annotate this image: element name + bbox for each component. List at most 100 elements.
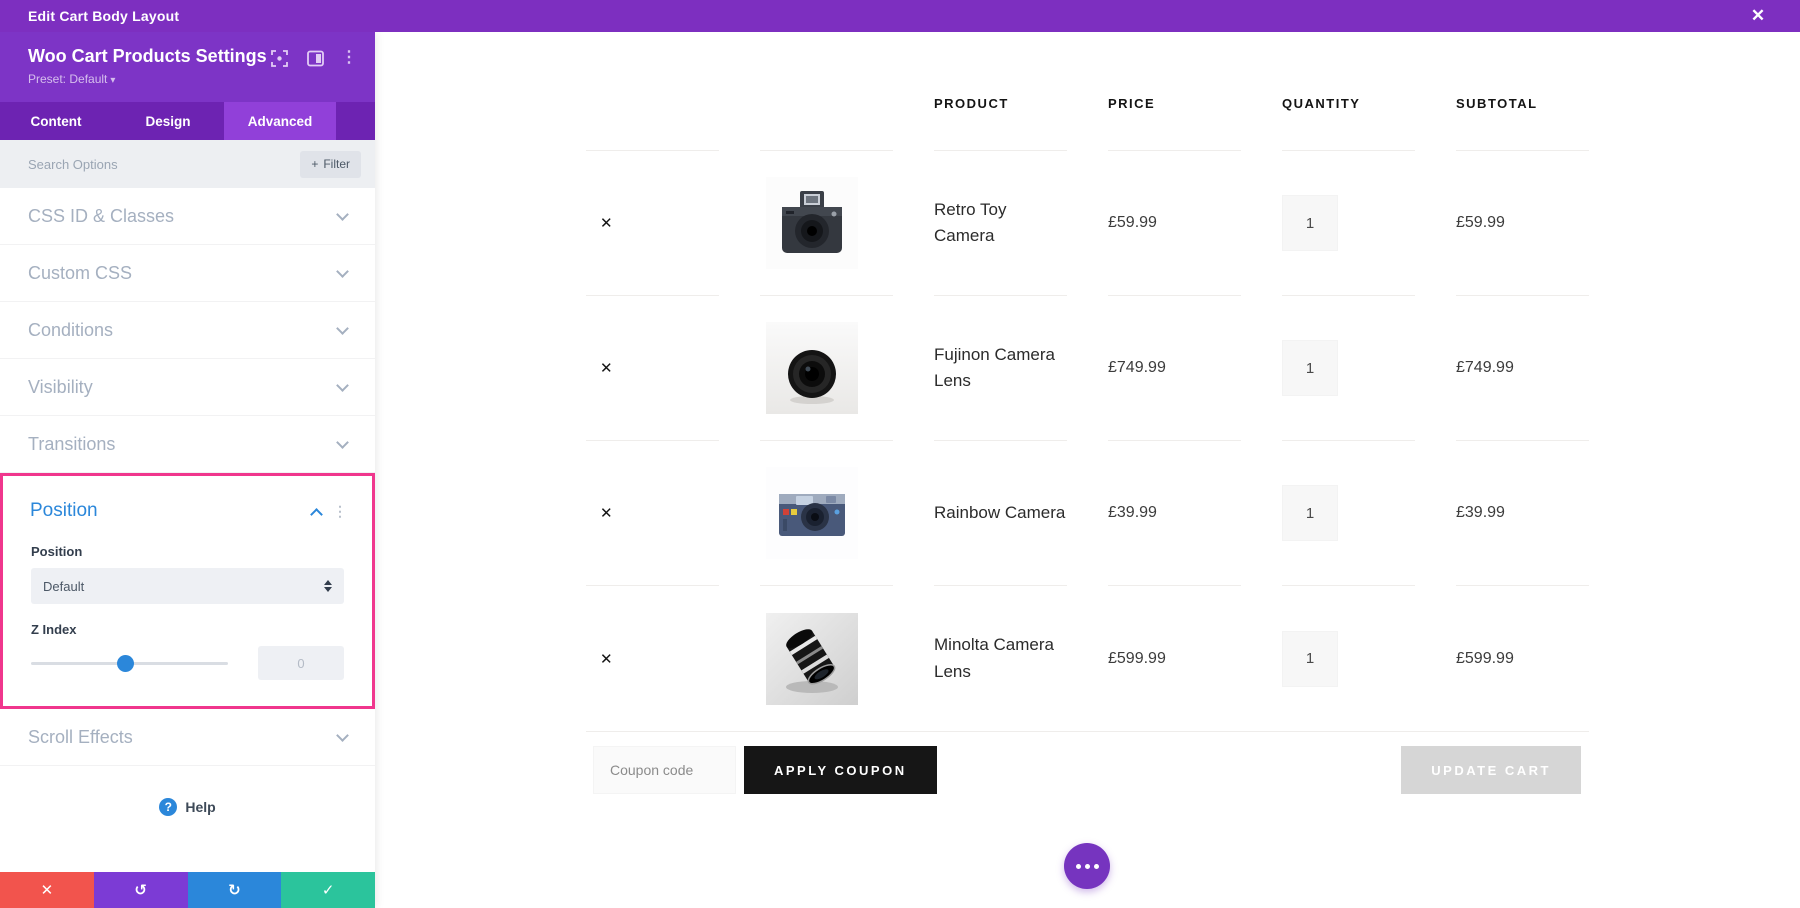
remove-item-icon[interactable]: ✕: [586, 359, 613, 377]
position-section-header[interactable]: Position ⋮: [3, 476, 372, 540]
undo-button[interactable]: ↺: [93, 872, 188, 908]
caret-down-icon: ▾: [110, 75, 116, 86]
select-stepper-icon: [324, 580, 332, 592]
redo-button[interactable]: ↻: [187, 872, 282, 908]
product-image-fujinon-camera-lens[interactable]: [766, 322, 858, 414]
close-icon[interactable]: ✕: [1738, 0, 1778, 32]
section-scroll-effects[interactable]: Scroll Effects: [0, 709, 375, 766]
product-subtotal: £599.99: [1456, 649, 1514, 667]
coupon-code-input[interactable]: [593, 746, 736, 794]
header-product: PRODUCT: [934, 96, 1067, 151]
section-label: Visibility: [28, 376, 93, 397]
section-label: CSS ID & Classes: [28, 205, 175, 226]
panel-action-bar: ✕ ↺ ↻ ✓: [0, 872, 375, 908]
filter-label: Filter: [323, 157, 350, 171]
remove-item-icon[interactable]: ✕: [586, 504, 613, 522]
product-price: £749.99: [1108, 359, 1166, 376]
header-remove-spacer: [586, 96, 719, 151]
cart-preview-area: PRODUCT PRICE QUANTITY SUBTOTAL ✕ Retro …: [375, 32, 1800, 908]
ellipsis-dot: [1084, 863, 1090, 869]
product-name-link[interactable]: Rainbow Camera: [934, 500, 1065, 526]
remove-item-icon[interactable]: ✕: [586, 214, 613, 232]
quantity-input[interactable]: [1282, 195, 1338, 251]
section-label: Custom CSS: [28, 262, 133, 283]
product-price: £39.99: [1108, 504, 1157, 521]
product-image-minolta-camera-lens[interactable]: [766, 612, 858, 705]
product-name-link[interactable]: Fujinon Camera Lens: [934, 342, 1067, 395]
ellipsis-dot: [1093, 863, 1099, 869]
zindex-label: Z Index: [31, 622, 77, 637]
position-options-kebab-icon[interactable]: ⋮: [333, 504, 347, 518]
product-image-retro-toy-camera[interactable]: [766, 177, 858, 269]
section-css-id-classes[interactable]: CSS ID & Classes: [0, 188, 375, 245]
chevron-down-icon: [336, 728, 349, 742]
save-button[interactable]: ✓: [281, 872, 375, 908]
help-label: Help: [185, 799, 216, 815]
table-row: ✕ Rainbow Camera £39.99 £39.99: [586, 441, 1589, 586]
cart-actions-row: APPLY COUPON UPDATE CART: [586, 746, 1589, 794]
position-section-highlighted: Position ⋮ Position Default Z Index: [0, 473, 375, 709]
chevron-down-icon: [336, 435, 349, 449]
section-label: Conditions: [28, 319, 114, 340]
zindex-slider[interactable]: [31, 654, 228, 672]
tab-design[interactable]: Design: [112, 102, 224, 140]
position-section-title: Position: [30, 500, 98, 521]
focus-view-icon[interactable]: [269, 48, 289, 68]
product-price: £59.99: [1108, 214, 1157, 231]
quantity-input[interactable]: [1282, 485, 1338, 541]
header-quantity: QUANTITY: [1282, 96, 1415, 151]
product-price: £599.99: [1108, 649, 1166, 667]
chevron-down-icon: [336, 264, 349, 278]
position-select-value: Default: [43, 578, 85, 594]
chevron-down-icon: [336, 378, 349, 392]
quantity-input[interactable]: [1282, 630, 1338, 687]
preset-selector[interactable]: Preset: Default ▾: [28, 72, 351, 86]
tab-content[interactable]: Content: [0, 102, 112, 140]
cart-table: PRODUCT PRICE QUANTITY SUBTOTAL ✕ Retro …: [586, 32, 1589, 794]
slider-handle[interactable]: [117, 654, 134, 672]
discard-button[interactable]: ✕: [0, 872, 94, 908]
product-subtotal: £749.99: [1456, 359, 1514, 376]
header-price: PRICE: [1108, 96, 1241, 151]
section-label: Transitions: [28, 433, 116, 454]
split-view-icon[interactable]: [305, 48, 325, 68]
table-row: ✕ Retro Toy Camera £59.99 £59.99: [586, 151, 1589, 296]
update-cart-button[interactable]: UPDATE CART: [1401, 746, 1581, 794]
section-custom-css[interactable]: Custom CSS: [0, 245, 375, 302]
product-name-link[interactable]: Retro Toy Camera: [934, 197, 1067, 250]
chevron-down-icon: [336, 207, 349, 221]
chevron-down-icon: [336, 321, 349, 335]
page-title: Edit Cart Body Layout: [28, 8, 180, 24]
panel-menu-kebab-icon[interactable]: ⋮: [341, 50, 357, 66]
section-transitions[interactable]: Transitions: [0, 416, 375, 473]
product-name-link[interactable]: Minolta Camera Lens: [934, 632, 1067, 685]
settings-panel: Woo Cart Products Settings Preset: Defau…: [0, 32, 375, 908]
settings-tabs: Content Design Advanced: [0, 102, 375, 140]
tab-advanced[interactable]: Advanced: [224, 102, 336, 140]
plus-icon: +: [311, 157, 319, 171]
chevron-up-icon: [310, 507, 323, 521]
cart-header-row: PRODUCT PRICE QUANTITY SUBTOTAL: [586, 96, 1589, 151]
help-icon: ?: [159, 798, 178, 816]
search-options-input[interactable]: [28, 156, 301, 172]
builder-more-options-button[interactable]: [1064, 843, 1110, 889]
help-button[interactable]: ? Help: [0, 798, 375, 816]
builder-top-bar: Edit Cart Body Layout ✕: [0, 0, 1800, 32]
filter-button[interactable]: + Filter: [300, 150, 361, 178]
product-subtotal: £59.99: [1456, 214, 1505, 231]
section-visibility[interactable]: Visibility: [0, 359, 375, 416]
search-options-bar: + Filter: [0, 140, 375, 188]
table-row: ✕ Fujinon Camera Lens £749.99 £749.99: [586, 296, 1589, 441]
position-field-label: Position: [31, 544, 83, 559]
product-image-rainbow-camera[interactable]: [766, 467, 858, 559]
remove-item-icon[interactable]: ✕: [586, 650, 613, 668]
position-select[interactable]: Default: [31, 568, 344, 604]
quantity-input[interactable]: [1282, 340, 1338, 396]
header-subtotal: SUBTOTAL: [1456, 96, 1589, 151]
zindex-input[interactable]: [258, 646, 344, 680]
apply-coupon-button[interactable]: APPLY COUPON: [744, 746, 937, 794]
ellipsis-dot: [1075, 863, 1081, 869]
section-conditions[interactable]: Conditions: [0, 302, 375, 359]
table-row: ✕ Minolta Camera Lens £599.99 1 £599.99: [586, 586, 1589, 731]
cart-bottom-divider: [586, 731, 1589, 732]
